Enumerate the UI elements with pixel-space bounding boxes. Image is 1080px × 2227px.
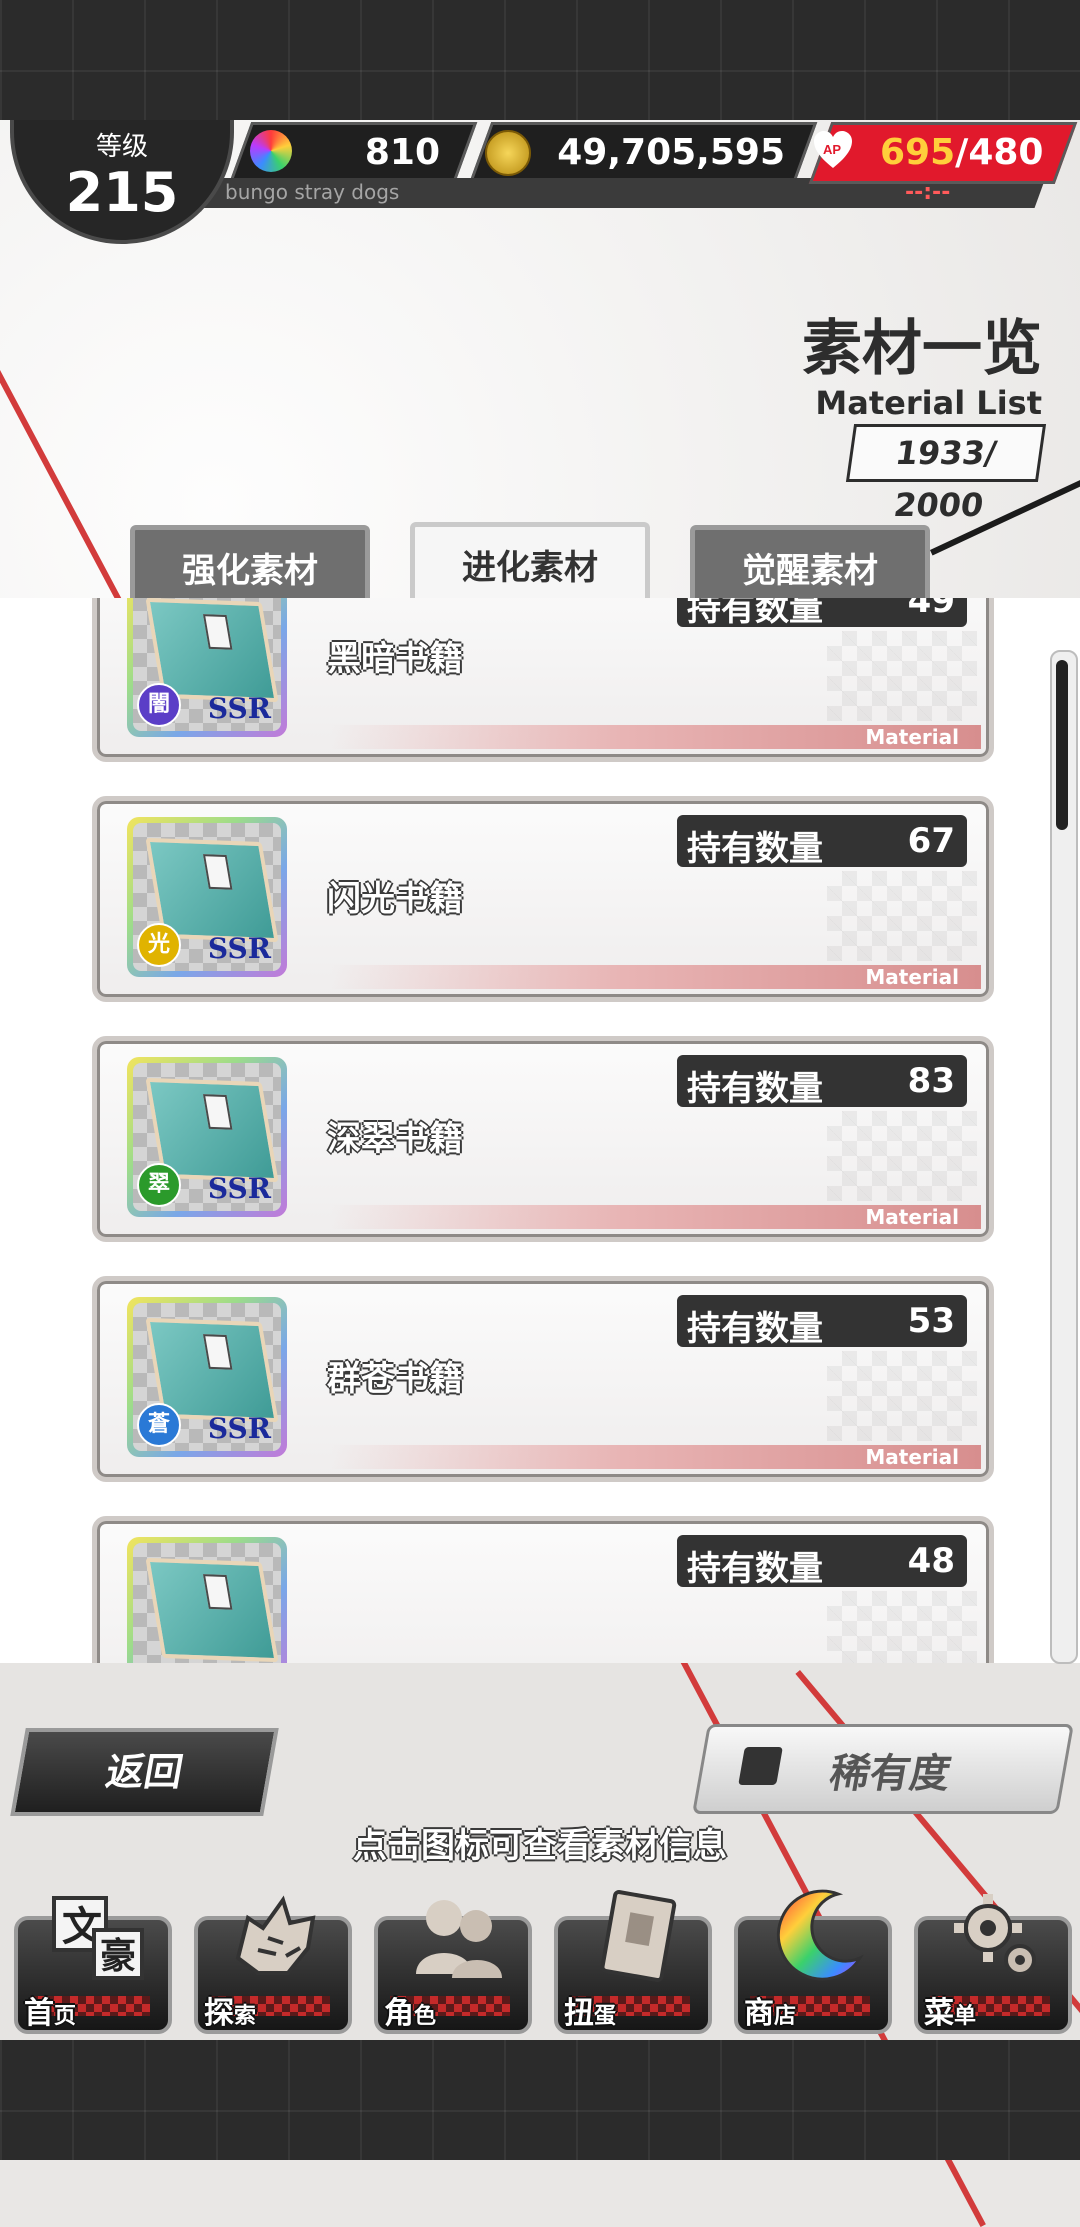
material-name: 黑暗书籍 xyxy=(327,639,463,679)
nav-label: 菜单 xyxy=(924,1996,977,2031)
card-pattern xyxy=(827,1111,977,1201)
attribute-light-icon: 光 xyxy=(137,923,181,967)
rarity-ssr: SSR xyxy=(207,1172,271,1205)
rarity-ssr: SSR xyxy=(207,932,271,965)
svg-text:AP: AP xyxy=(823,142,841,157)
svg-text:豪: 豪 xyxy=(100,1935,136,1977)
moon-value: 810 xyxy=(364,132,440,173)
people-icon xyxy=(408,1888,504,1984)
scrollbar-thumb[interactable] xyxy=(1056,660,1068,830)
material-name: 群苍书籍 xyxy=(327,1359,463,1399)
quantity-box: 持有数量 49 xyxy=(677,598,967,629)
ap-separator: / xyxy=(955,132,969,173)
card-pattern xyxy=(827,631,977,721)
rarity-ssr: SSR xyxy=(207,692,271,725)
nav-home[interactable]: 文 豪 首页 xyxy=(14,1888,174,2036)
material-list[interactable]: Material SSR 闇 黑暗书籍 持有数量 49 Material SSR… xyxy=(0,598,1080,1663)
rarity-checkbox-icon xyxy=(738,1747,783,1785)
hint-text: 点击图标可查看素材信息 xyxy=(353,1826,727,1866)
page-title: 素材一览 xyxy=(802,314,1042,384)
gear-icon xyxy=(948,1888,1044,1984)
card-pattern xyxy=(827,1591,977,1663)
book-icon xyxy=(145,1557,279,1663)
quantity-value: 67 xyxy=(907,821,955,861)
quantity-label: 持有数量 xyxy=(687,1069,823,1109)
tab-enhance-materials[interactable]: 强化素材 xyxy=(130,525,370,606)
nav-label: 商店 xyxy=(744,1996,797,2031)
nav-explore[interactable]: 探索 xyxy=(194,1888,354,2036)
page-subtitle: Material List xyxy=(815,384,1042,422)
nav-label: 扭蛋 xyxy=(564,1996,617,2031)
attribute-blue-icon: 蒼 xyxy=(137,1403,181,1447)
quantity-value: 83 xyxy=(907,1061,955,1101)
card-pattern xyxy=(827,1351,977,1441)
moon-icon xyxy=(250,130,292,172)
tab-awaken-materials[interactable]: 觉醒素材 xyxy=(690,525,930,606)
material-card[interactable]: Material SSR 闇 黑暗书籍 持有数量 49 xyxy=(92,598,994,762)
ap-value: 695/480 xyxy=(880,128,1043,178)
material-card[interactable]: 持有数量 48 xyxy=(92,1516,994,1663)
card-tag: Material xyxy=(865,1205,959,1229)
bottom-frame-strip xyxy=(0,2040,1080,2160)
rainbow-moon-icon xyxy=(768,1888,864,1984)
card-pattern xyxy=(827,871,977,961)
quantity-value: 53 xyxy=(907,1301,955,1341)
level-value: 215 xyxy=(65,161,179,224)
attribute-green-icon: 翠 xyxy=(137,1163,181,1207)
coin-icon xyxy=(485,130,531,176)
quantity-value: 48 xyxy=(907,1541,955,1581)
material-icon[interactable]: SSR 光 xyxy=(127,817,287,977)
material-icon[interactable]: SSR 闇 xyxy=(127,598,287,737)
back-button[interactable]: 返回 xyxy=(10,1728,279,1816)
quantity-label: 持有数量 xyxy=(687,829,823,869)
quantity-label: 持有数量 xyxy=(687,1309,823,1349)
material-name: 深翠书籍 xyxy=(327,1119,463,1159)
quantity-box: 持有数量 53 xyxy=(677,1295,967,1349)
material-card[interactable]: Material SSR 翠 深翠书籍 持有数量 83 xyxy=(92,1036,994,1242)
nav-label: 首页 xyxy=(24,1996,77,2031)
ap-max: 480 xyxy=(968,132,1044,173)
material-count: 1933/ 2000 xyxy=(845,424,1047,524)
quantity-value: 49 xyxy=(907,598,955,621)
nav-gacha[interactable]: 扭蛋 xyxy=(554,1888,714,2036)
rarity-ssr: SSR xyxy=(207,1412,271,1445)
nav-label: 探索 xyxy=(204,1996,257,2031)
material-icon[interactable]: SSR 蒼 xyxy=(127,1297,287,1457)
top-frame-strip xyxy=(0,0,1080,120)
rarity-label: 稀有度 xyxy=(826,1751,955,1797)
quantity-label: 持有数量 xyxy=(687,1549,823,1589)
coins-value: 49,705,595 xyxy=(557,132,785,173)
rarity-sort-button[interactable]: 稀有度 xyxy=(692,1724,1074,1814)
material-card[interactable]: Material SSR 蒼 群苍书籍 持有数量 53 xyxy=(92,1276,994,1482)
book-icon xyxy=(588,1888,684,1984)
quantity-label: 持有数量 xyxy=(687,598,823,629)
quantity-box: 持有数量 67 xyxy=(677,815,967,869)
material-card[interactable]: Material SSR 光 闪光书籍 持有数量 67 xyxy=(92,796,994,1002)
ap-current: 695 xyxy=(880,132,956,173)
material-icon[interactable] xyxy=(127,1537,287,1663)
ap-timer: --:-- xyxy=(905,180,951,205)
nav-label: 角色 xyxy=(384,1996,437,2031)
quantity-box: 持有数量 48 xyxy=(677,1535,967,1589)
card-tag: Material xyxy=(865,965,959,989)
attribute-dark-icon: 闇 xyxy=(137,683,181,727)
tiger-icon xyxy=(228,1888,324,1984)
game-name-text: bungo stray dogs xyxy=(225,180,400,204)
nav-characters[interactable]: 角色 xyxy=(374,1888,534,2036)
bungo-logo-icon: 文 豪 xyxy=(48,1888,144,1984)
nav-shop[interactable]: 商店 xyxy=(734,1888,894,2036)
material-name: 闪光书籍 xyxy=(327,879,463,919)
card-tag: Material xyxy=(865,1445,959,1469)
ap-heart-icon: AP xyxy=(812,130,854,170)
quantity-box: 持有数量 83 xyxy=(677,1055,967,1109)
nav-menu[interactable]: 菜单 xyxy=(914,1888,1074,2036)
tab-evolve-materials[interactable]: 进化素材 xyxy=(410,522,650,609)
level-label: 等级 xyxy=(95,132,148,162)
material-icon[interactable]: SSR 翠 xyxy=(127,1057,287,1217)
card-tag: Material xyxy=(865,725,959,749)
